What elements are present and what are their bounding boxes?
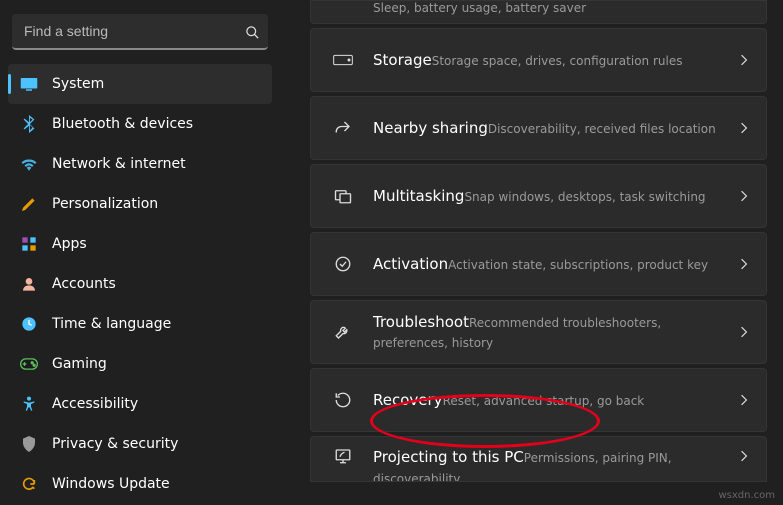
card-subtitle: Discoverability, received files location <box>488 122 716 136</box>
sidebar-item-label: Network & internet <box>52 156 186 172</box>
time-icon <box>20 315 38 333</box>
privacy-icon <box>20 435 38 453</box>
sidebar-item-label: Gaming <box>52 356 107 372</box>
share-icon <box>319 119 367 137</box>
sidebar-item-accounts[interactable]: Accounts <box>8 264 272 304</box>
card-title: Multitasking <box>373 187 464 205</box>
setting-card-recovery[interactable]: RecoveryReset, advanced startup, go back <box>310 368 767 432</box>
network-icon <box>20 155 38 173</box>
sidebar-item-label: Windows Update <box>52 476 170 492</box>
card-title: Recovery <box>373 391 443 409</box>
card-title: Troubleshoot <box>373 313 469 331</box>
setting-card-nearby-sharing[interactable]: Nearby sharingDiscoverability, received … <box>310 96 767 160</box>
card-subtitle: Storage space, drives, configuration rul… <box>432 54 683 68</box>
chevron-right-icon <box>738 255 750 274</box>
card-text: StorageStorage space, drives, configurat… <box>367 50 738 71</box>
card-text: ActivationActivation state, subscription… <box>367 254 738 275</box>
chevron-right-icon <box>738 323 750 342</box>
sidebar-item-label: Personalization <box>52 196 158 212</box>
sidebar-item-time-language[interactable]: Time & language <box>8 304 272 344</box>
setting-card-power[interactable]: Sleep, battery usage, battery saver <box>310 0 767 24</box>
sidebar-item-bluetooth-devices[interactable]: Bluetooth & devices <box>8 104 272 144</box>
card-subtitle: Activation state, subscriptions, product… <box>448 258 708 272</box>
update-icon <box>20 475 38 493</box>
sidebar-item-system[interactable]: System <box>8 64 272 104</box>
apps-icon <box>20 235 38 253</box>
card-text: TroubleshootRecommended troubleshooters,… <box>367 312 738 352</box>
accounts-icon <box>20 275 38 293</box>
sidebar-item-label: Accounts <box>52 276 116 292</box>
sidebar-item-windows-update[interactable]: Windows Update <box>8 464 272 504</box>
sidebar-item-personalization[interactable]: Personalization <box>8 184 272 224</box>
sidebar-item-label: Apps <box>52 236 87 252</box>
chevron-right-icon <box>738 119 750 138</box>
card-text: Projecting to this PCPermissions, pairin… <box>367 447 738 482</box>
card-subtitle: Snap windows, desktops, task switching <box>464 190 705 204</box>
card-title: Storage <box>373 51 432 69</box>
personalization-icon <box>20 195 38 213</box>
sidebar-item-label: Time & language <box>52 316 171 332</box>
sidebar-item-label: System <box>52 76 104 92</box>
card-subtitle: Sleep, battery usage, battery saver <box>373 1 586 15</box>
search-icon[interactable] <box>245 14 260 50</box>
chevron-right-icon <box>738 447 750 466</box>
sidebar-item-privacy-security[interactable]: Privacy & security <box>8 424 272 464</box>
setting-card-activation[interactable]: ActivationActivation state, subscription… <box>310 232 767 296</box>
multitask-icon <box>319 187 367 205</box>
sidebar-item-label: Bluetooth & devices <box>52 116 193 132</box>
sidebar-item-label: Privacy & security <box>52 436 178 452</box>
search-box <box>12 14 268 50</box>
accessibility-icon <box>20 395 38 413</box>
settings-main-panel: Sleep, battery usage, battery saver Stora… <box>280 0 783 505</box>
setting-card-storage[interactable]: StorageStorage space, drives, configurat… <box>310 28 767 92</box>
card-subtitle: Reset, advanced startup, go back <box>443 394 645 408</box>
chevron-right-icon <box>738 391 750 410</box>
setting-card-multitasking[interactable]: MultitaskingSnap windows, desktops, task… <box>310 164 767 228</box>
settings-sidebar: System Bluetooth & devices Network & inter… <box>0 0 280 505</box>
gaming-icon <box>20 355 38 373</box>
sidebar-item-gaming[interactable]: Gaming <box>8 344 272 384</box>
projecting-icon <box>319 447 367 465</box>
card-title: Activation <box>373 255 448 273</box>
activation-icon <box>319 255 367 273</box>
storage-icon <box>319 54 367 66</box>
sidebar-item-apps[interactable]: Apps <box>8 224 272 264</box>
recovery-icon <box>319 391 367 409</box>
chevron-right-icon <box>738 51 750 70</box>
card-text: Nearby sharingDiscoverability, received … <box>367 118 738 139</box>
system-icon <box>20 75 38 93</box>
card-text: RecoveryReset, advanced startup, go back <box>367 390 738 411</box>
card-text: MultitaskingSnap windows, desktops, task… <box>367 186 738 207</box>
setting-card-projecting-to-this-pc[interactable]: Projecting to this PCPermissions, pairin… <box>310 436 767 482</box>
search-input[interactable] <box>12 14 268 50</box>
sidebar-item-label: Accessibility <box>52 396 138 412</box>
bluetooth-icon <box>20 115 38 133</box>
troubleshoot-icon <box>319 323 367 341</box>
chevron-right-icon <box>738 187 750 206</box>
sidebar-item-accessibility[interactable]: Accessibility <box>8 384 272 424</box>
sidebar-item-network-internet[interactable]: Network & internet <box>8 144 272 184</box>
watermark: wsxdn.com <box>718 490 775 501</box>
card-title: Nearby sharing <box>373 119 488 137</box>
setting-card-troubleshoot[interactable]: TroubleshootRecommended troubleshooters,… <box>310 300 767 364</box>
card-title: Projecting to this PC <box>373 448 524 466</box>
card-text: Sleep, battery usage, battery saver <box>367 0 750 17</box>
